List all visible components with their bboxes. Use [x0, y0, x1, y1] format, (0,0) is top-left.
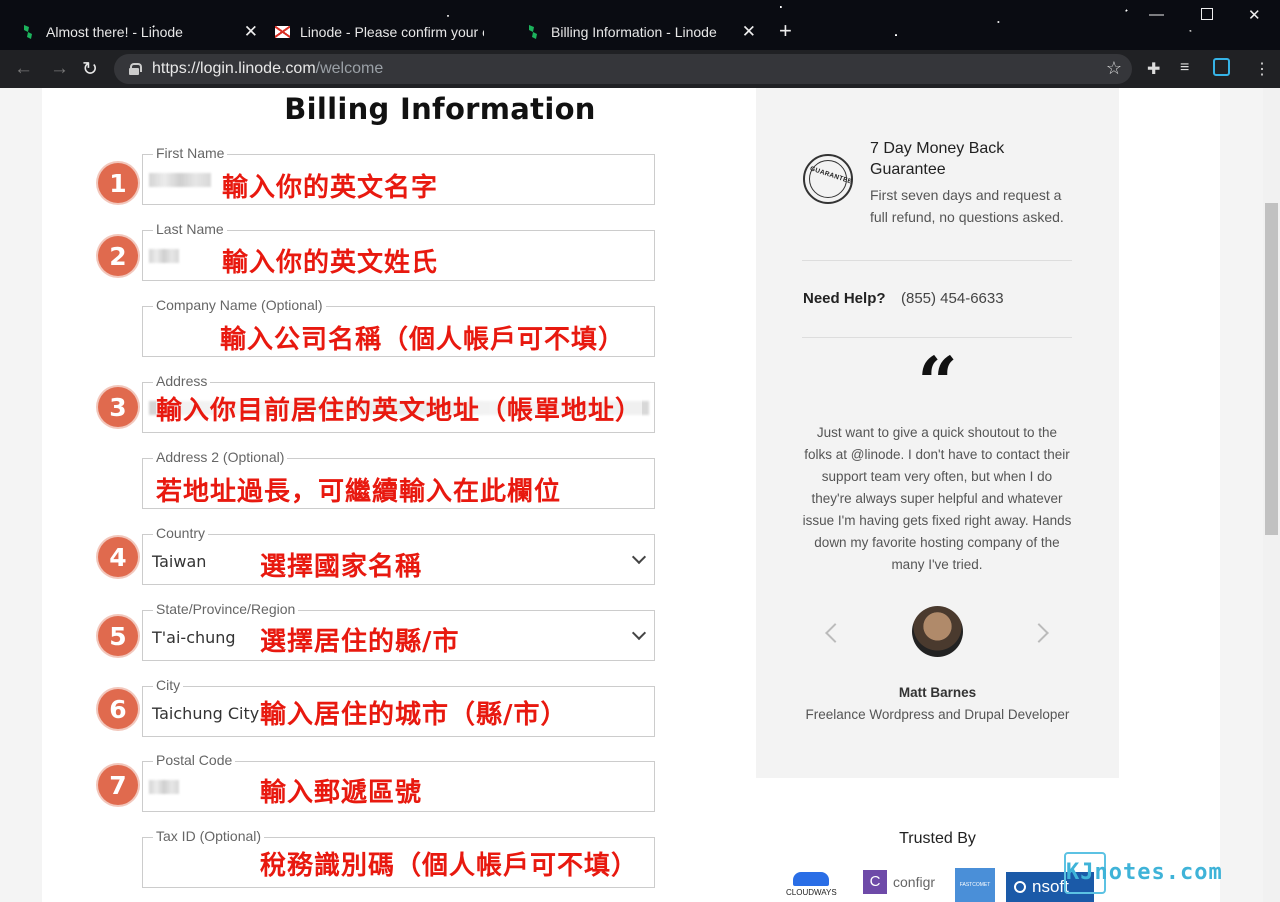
annotation: 輸入你目前居住的英文地址（帳單地址）: [156, 390, 643, 427]
minimize-icon[interactable]: —: [1149, 6, 1164, 23]
step-badge: 1: [98, 163, 138, 203]
annotation: 輸入你的英文姓氏: [222, 248, 439, 278]
guarantee-title: 7 Day Money Back Guarantee: [870, 140, 1005, 178]
prev-testimonial-icon[interactable]: [825, 623, 845, 643]
annotation: 輸入你的英文名字: [222, 173, 439, 203]
tab-title: Billing Information - Linode: [551, 24, 717, 40]
linode-favicon-icon: [527, 24, 541, 40]
browser-toolbar: ← → ↻ https://login.linode.com/welcome ☆…: [0, 50, 1280, 88]
annotation: 選擇居住的縣/市: [260, 627, 460, 657]
bookmark-star-icon[interactable]: ☆: [1106, 58, 1122, 79]
divider: [802, 337, 1072, 338]
redacted-value: [149, 780, 179, 794]
watermark: KJnotes.com: [1066, 860, 1223, 885]
testimonial-author: Matt Barnes: [898, 685, 977, 700]
tab-gmail[interactable]: Linode - Please confirm your e: [275, 14, 507, 50]
chevron-down-icon: [631, 549, 647, 565]
url-text: https://login.linode.com/welcome: [152, 60, 384, 77]
new-tab-plus-icon[interactable]: +: [779, 20, 792, 42]
scrollbar-thumb[interactable]: [1265, 203, 1278, 535]
menu-kebab-icon[interactable]: ⋮: [1254, 59, 1270, 79]
trusted-by-heading: Trusted By: [899, 830, 976, 847]
annotation: 選擇國家名稱: [260, 552, 423, 582]
maximize-icon[interactable]: [1201, 8, 1213, 20]
redacted-value: [149, 173, 211, 187]
annotation: 稅務識別碼（個人帳戶可不填）: [260, 851, 639, 881]
tab-title: Linode - Please confirm your e: [300, 24, 484, 40]
redacted-value: [149, 249, 179, 263]
guarantee-text: First seven days and request a full refu…: [870, 187, 1064, 225]
need-help-label: Need Help?: [803, 290, 886, 307]
tab-almost-there[interactable]: Almost there! - Linode ✕: [22, 14, 258, 50]
step-badge: 7: [98, 765, 138, 805]
tab-title: Almost there! - Linode: [46, 24, 183, 40]
tab-close-icon[interactable]: ✕: [742, 22, 756, 42]
address-bar[interactable]: https://login.linode.com/welcome ☆: [114, 54, 1132, 84]
scrollbar[interactable]: [1263, 88, 1280, 902]
tab-billing-information[interactable]: Billing Information - Linode ✕: [527, 14, 756, 50]
step-badge: 5: [98, 616, 138, 656]
lock-icon: [129, 63, 142, 75]
cloudways-logo: CLOUDWAYS: [786, 872, 837, 897]
quote-mark-icon: “: [917, 341, 958, 424]
field-value: T'ai-chung: [152, 628, 236, 647]
media-queue-icon[interactable]: ≡: [1180, 59, 1189, 77]
field-value: Taiwan: [152, 552, 207, 571]
extension-icon[interactable]: [1213, 58, 1230, 76]
field-label: Last Name: [153, 221, 227, 237]
guarantee-seal-icon: GUARANTEE: [803, 154, 853, 204]
field-label: Country: [153, 525, 209, 541]
back-arrow-icon[interactable]: ←: [14, 58, 33, 80]
step-badge: 3: [98, 387, 138, 427]
field-label: Address 2 (Optional): [153, 449, 288, 465]
step-badge: 6: [98, 689, 138, 729]
help-phone[interactable]: (855) 454-6633: [901, 290, 1004, 307]
divider: [802, 260, 1072, 261]
window-close-icon[interactable]: ✕: [1248, 6, 1261, 24]
fastcomet-logo: FASTCOMET: [955, 868, 995, 902]
sidebar-panel: GUARANTEE 7 Day Money Back Guarantee Fir…: [756, 88, 1119, 778]
next-testimonial-icon[interactable]: [1029, 623, 1049, 643]
chevron-down-icon: [631, 625, 647, 641]
page-title: Billing Information: [284, 92, 596, 126]
field-label: Company Name (Optional): [153, 297, 326, 313]
field-label: Tax ID (Optional): [153, 828, 265, 844]
testimonial-author-role: Freelance Wordpress and Drupal Developer: [805, 707, 1070, 722]
step-badge: 4: [98, 537, 138, 577]
testimonial-quote: Just want to give a quick shoutout to th…: [802, 425, 1072, 572]
field-label: City: [153, 677, 184, 693]
annotation: 若地址過長，可繼續輸入在此欄位: [156, 477, 562, 507]
browser-chrome: Almost there! - Linode ✕ Linode - Please…: [0, 0, 1280, 88]
extensions-puzzle-icon[interactable]: ✚: [1147, 59, 1160, 79]
configr-logo: C configr: [863, 870, 935, 894]
field-label: Postal Code: [153, 752, 236, 768]
annotation: 輸入公司名稱（個人帳戶可不填）: [220, 325, 626, 355]
linode-favicon-icon: [22, 24, 36, 40]
reload-icon[interactable]: ↻: [82, 58, 98, 81]
annotation: 輸入郵遞區號: [260, 778, 423, 808]
gmail-favicon-icon: [275, 26, 290, 38]
signup-card: Billing Information First Name 1 輸入你的英文名…: [42, 88, 1220, 902]
annotation: 輸入居住的城市（縣/市）: [260, 700, 568, 730]
avatar: [912, 606, 963, 657]
step-badge: 2: [98, 236, 138, 276]
field-label: Address: [153, 373, 211, 389]
forward-arrow-icon[interactable]: →: [50, 58, 69, 80]
field-value: Taichung City: [152, 704, 260, 723]
field-label: First Name: [153, 145, 228, 161]
field-label: State/Province/Region: [153, 601, 299, 617]
page: Billing Information First Name 1 輸入你的英文名…: [0, 88, 1280, 902]
tab-close-icon[interactable]: ✕: [244, 22, 258, 42]
